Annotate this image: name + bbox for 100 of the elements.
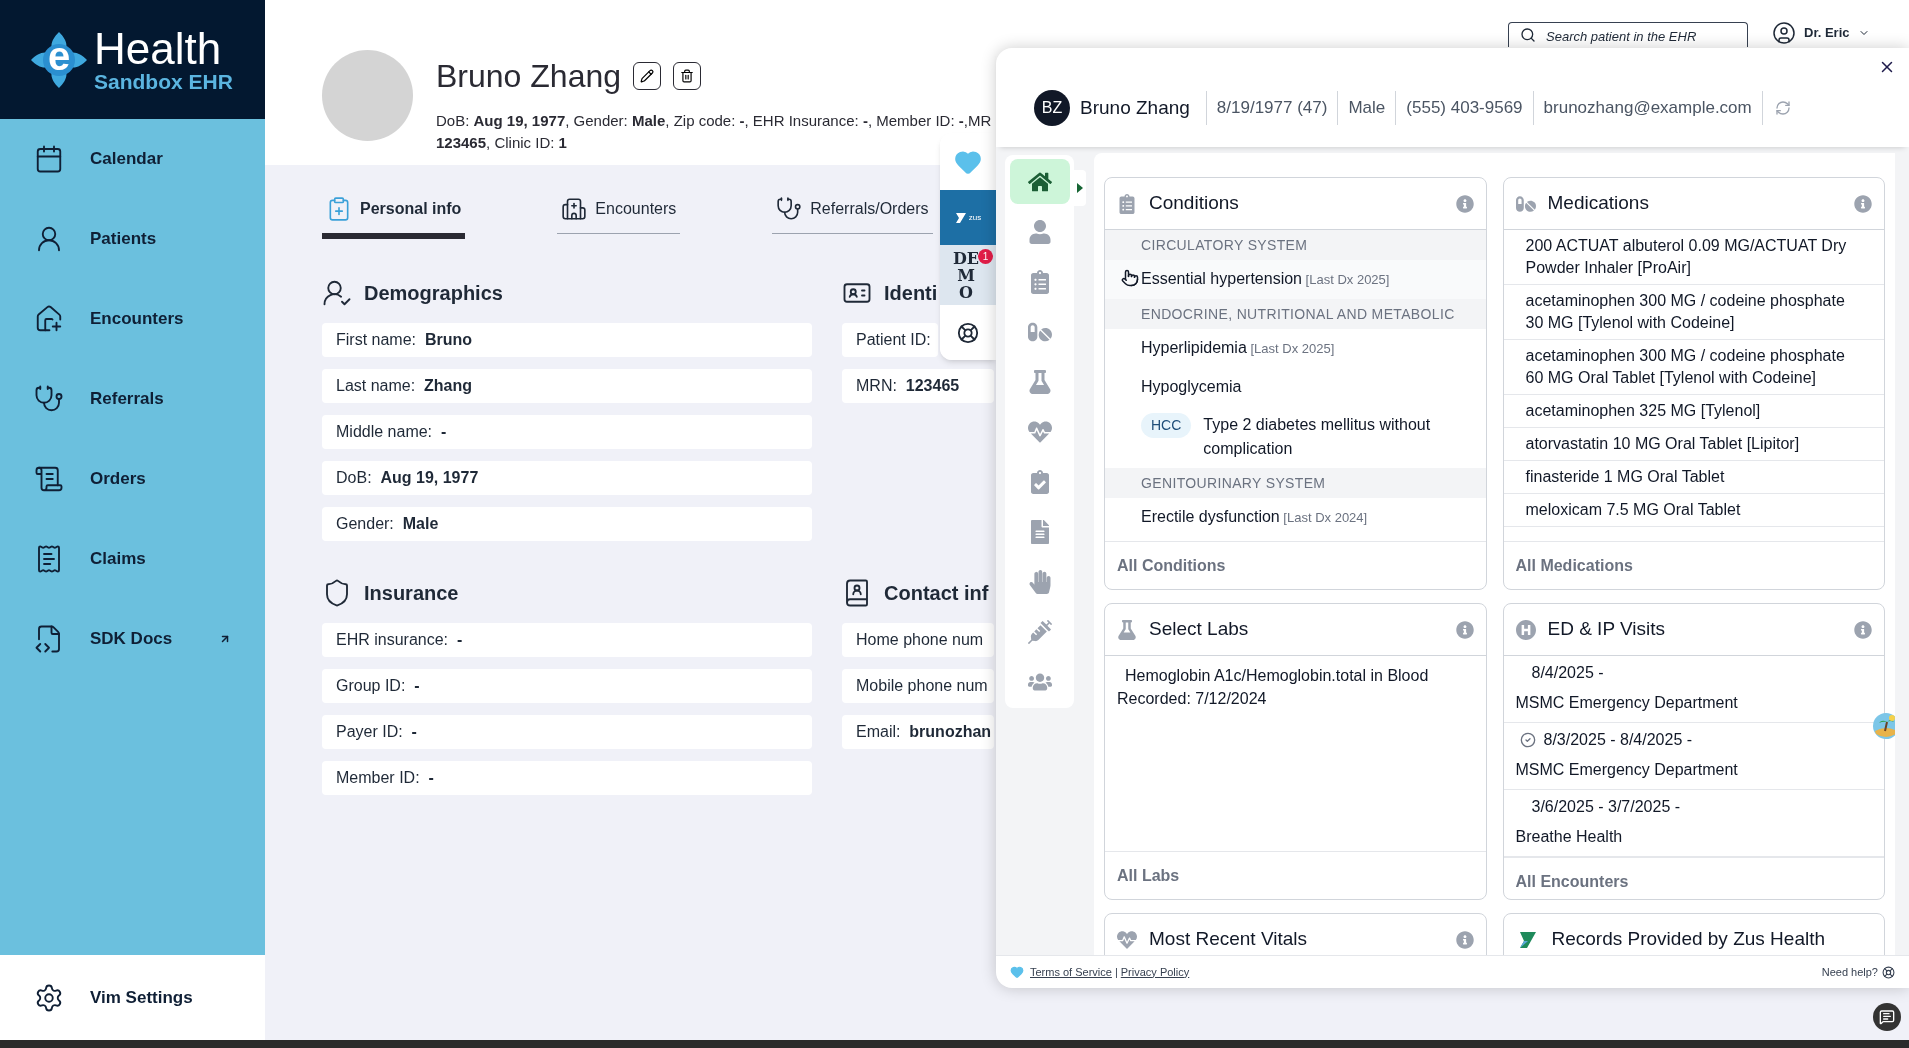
lab-name[interactable]: Hemoglobin A1c/Hemoglobin.total in Blood (1117, 664, 1474, 687)
hcc-tag: HCC (1141, 413, 1192, 438)
edit-button[interactable] (633, 62, 661, 90)
info-field: Last name: Zhang (322, 369, 812, 403)
section-heading: Insurance (364, 581, 459, 606)
logo-subtitle: Sandbox EHR (94, 71, 233, 92)
panel-patient-name: Bruno Zhang (1080, 95, 1191, 120)
heartbeat-icon (1117, 929, 1137, 950)
section-heading: Identi (884, 281, 938, 306)
heart-button[interactable] (940, 133, 996, 190)
medication-name[interactable]: meloxicam 7.5 MG Oral Tablet (1525, 499, 1862, 521)
demo-button[interactable]: DEMO 1 (940, 245, 996, 305)
tab[interactable]: Personal info (322, 189, 466, 239)
info-field: MRN: 123465 (842, 369, 994, 403)
medication-name[interactable]: 200 ACTUAT albuterol 0.09 MG/ACTUAT Dry Powder Inhaler [ProAir] (1525, 235, 1862, 279)
medication-name[interactable]: finasteride 1 MG Oral Tablet (1525, 466, 1862, 488)
patient-fact: brunozhang@example.com (1532, 91, 1762, 125)
notification-badge: 1 (978, 249, 993, 264)
condition-name: Hypoglycemia (1141, 377, 1242, 397)
refresh-icon[interactable] (1774, 100, 1791, 116)
info-icon[interactable] (1455, 194, 1474, 213)
user-circle-icon (1772, 20, 1796, 45)
patient-name: Bruno Zhang (436, 57, 621, 96)
tab[interactable]: Encounters (557, 189, 681, 234)
condition-name: Erectile dysfunction [Last Dx 2024] (1141, 507, 1368, 527)
chat-icon (1879, 1009, 1895, 1025)
hand-cursor-icon (1121, 269, 1139, 287)
lifebuoy-icon (957, 321, 979, 344)
info-field: Member ID: - (322, 761, 812, 795)
view-all-link[interactable]: All Encounters (1515, 869, 1629, 894)
condition-name: Hyperlipidemia [Last Dx 2025] (1141, 338, 1335, 358)
medication-name[interactable]: acetaminophen 300 MG / codeine phosphate 60 MG Oral Tablet [Tylenol with Codeine] (1525, 345, 1862, 389)
group-heading: GENITOURINARY SYSTEM (1141, 473, 1326, 493)
delete-button[interactable] (673, 62, 701, 90)
info-field: Mobile phone num (842, 669, 994, 703)
info-field: Gender: Male (322, 507, 812, 541)
view-all-link[interactable]: All Medications (1515, 553, 1633, 578)
lab-recorded-date: Recorded: 7/12/2024 (1117, 689, 1268, 709)
sidebar-item[interactable]: Patients (0, 199, 265, 279)
visit-place: MSMC Emergency Department (1515, 760, 1738, 780)
external-link-icon (219, 633, 231, 645)
condition-row[interactable]: Essential hypertension [Last Dx 2025] (1105, 260, 1486, 299)
stethoscope-icon (34, 384, 64, 414)
search-field[interactable]: Search patient in the EHR (1508, 22, 1748, 47)
info-icon[interactable] (1455, 620, 1474, 639)
info-field: Middle name: - (322, 415, 812, 449)
info-field: First name: Bruno (322, 323, 812, 357)
info-field: DoB: Aug 19, 1977 (322, 461, 812, 495)
medication-name[interactable]: atorvastatin 10 MG Oral Tablet [Lipitor] (1525, 433, 1862, 455)
card-title: ED & IP Visits (1547, 617, 1667, 642)
lifebuoy-icon (1882, 965, 1895, 979)
user-check-icon (322, 278, 352, 308)
sidebar-item[interactable]: Orders (0, 439, 265, 519)
hospital-icon (561, 196, 588, 222)
sidebar-item[interactable]: Claims (0, 519, 265, 599)
medication-name[interactable]: acetaminophen 300 MG / codeine phosphate 30 MG [Tylenol with Codeine] (1525, 290, 1862, 334)
stethoscope-icon (776, 196, 803, 222)
info-icon[interactable] (1854, 620, 1872, 639)
expand-arrow-icon[interactable] (1077, 183, 1083, 193)
visit-place: MSMC Emergency Department (1515, 693, 1738, 713)
info-icon[interactable] (1854, 194, 1872, 213)
tab[interactable]: Referrals/Orders (772, 189, 933, 234)
view-all-link[interactable]: All Conditions (1117, 553, 1226, 578)
sidebar-item[interactable]: SDK Docs (0, 599, 265, 679)
rail-tab[interactable] (1009, 159, 1070, 204)
sidebar-item[interactable]: Referrals (0, 359, 265, 439)
view-all-link[interactable]: All Labs (1117, 863, 1180, 888)
settings-item[interactable]: Vim Settings (0, 955, 265, 1040)
help-button[interactable] (940, 305, 996, 360)
patient-fact: Male (1337, 91, 1396, 125)
help-link[interactable]: Need help? (1821, 963, 1878, 981)
island-icon[interactable] (1872, 712, 1895, 740)
condition-name: Type 2 diabetes mellitus without complication (1203, 415, 1432, 459)
heart-logo-icon (1010, 965, 1024, 979)
terms-link[interactable]: Terms of Service (1030, 963, 1112, 981)
sidebar-item[interactable]: Calendar (0, 119, 265, 199)
info-field: EHR insurance: - (322, 623, 812, 657)
medication-name[interactable]: acetaminophen 325 MG [Tylenol] (1525, 400, 1862, 422)
card-title: Records Provided by Zus Health (1551, 927, 1826, 952)
card-title: Conditions (1149, 191, 1240, 216)
visit-place: Breathe Health (1515, 827, 1623, 847)
group-heading: ENDOCRINE, NUTRITIONAL AND METABOLIC (1141, 304, 1455, 324)
info-field: Email: brunozhan (842, 715, 994, 749)
search-icon (1520, 27, 1536, 43)
patient-fact: (555) 403-9569 (1395, 91, 1533, 125)
trash-icon (680, 69, 694, 83)
house-plus-icon (34, 304, 64, 334)
info-icon[interactable] (1455, 930, 1474, 949)
info-field: Payer ID: - (322, 715, 812, 749)
zus-button[interactable]: zus (940, 190, 996, 245)
card-title: Select Labs (1149, 617, 1250, 642)
patient-fact: 8/19/1977 (47) (1205, 91, 1338, 125)
privacy-link[interactable]: Privacy Policy (1120, 963, 1190, 981)
patient-details: 123465, Clinic ID: 1 (436, 133, 568, 153)
sidebar-item[interactable]: Encounters (0, 279, 265, 359)
logo-letter: e (47, 35, 71, 76)
flask-icon (1027, 369, 1052, 394)
user-menu[interactable]: Dr. Eric (1772, 20, 1870, 45)
link-separator: | (1114, 964, 1118, 980)
info-field: Home phone num (842, 623, 994, 657)
